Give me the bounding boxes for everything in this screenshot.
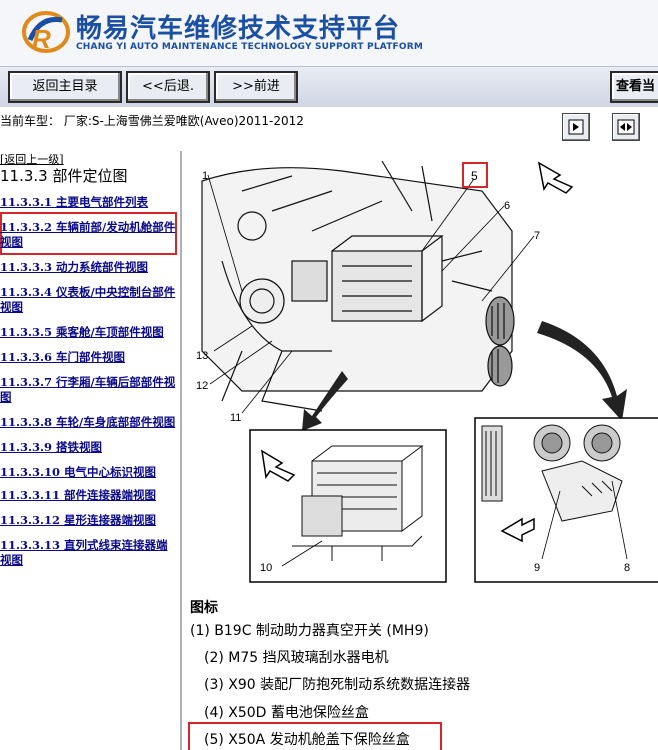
left-navigation: [返回上一级] 11.3.3 部件定位图 11.3.3.1 主要电气部件列表 1… bbox=[0, 151, 182, 750]
arrow-down-right bbox=[537, 321, 627, 421]
view-single-icon bbox=[568, 119, 584, 135]
nav-item-inline-harness[interactable]: 11.3.3.13 直列式线束连接器端视图 bbox=[0, 538, 178, 568]
callout-7: 7 bbox=[534, 230, 540, 242]
brand-subtitle: CHANG YI AUTO MAINTENANCE TECHNOLOGY SUP… bbox=[76, 42, 424, 52]
callout-5: 5 bbox=[471, 169, 478, 183]
forward-button[interactable]: >>前进 bbox=[214, 71, 298, 103]
logo-icon: R bbox=[22, 11, 70, 54]
nav-item-passenger-roof[interactable]: 11.3.3.5 乘客舱/车顶部件视图 bbox=[0, 325, 178, 340]
nav-item-front-engine-bay[interactable]: 11.3.3.2 车辆前部/发动机舱部件视图 bbox=[0, 220, 178, 250]
callout-13: 13 bbox=[196, 350, 208, 362]
nav-item-star-connector[interactable]: 11.3.3.12 星形连接器端视图 bbox=[0, 513, 178, 528]
callout-1: 1 bbox=[202, 170, 208, 182]
callout-8: 8 bbox=[624, 562, 630, 574]
nav-item-trunk-rear[interactable]: 11.3.3.7 行李厢/车辆后部部件视图 bbox=[0, 375, 178, 405]
nav-item-electrical-center[interactable]: 11.3.3.10 电气中心标识视图 bbox=[0, 465, 178, 480]
callout-11: 11 bbox=[230, 412, 241, 424]
engine-bay-illustration bbox=[201, 160, 515, 412]
section-title: 11.3.3 部件定位图 bbox=[0, 167, 128, 185]
view-single-button[interactable] bbox=[562, 113, 590, 141]
callout-9: 9 bbox=[534, 562, 540, 574]
legend-item-1: (1) B19C 制动助力器真空开关 (MH9) bbox=[190, 623, 429, 639]
arrow-direction-top bbox=[537, 161, 574, 194]
view-double-button[interactable] bbox=[612, 113, 640, 141]
nav-item-ground[interactable]: 11.3.3.9 搭铁视图 bbox=[0, 440, 178, 455]
nav-item-main-electrical-list[interactable]: 11.3.3.1 主要电气部件列表 bbox=[0, 195, 178, 210]
callout-12: 12 bbox=[196, 380, 208, 392]
nav-item-wheel-underbody[interactable]: 11.3.3.8 车轮/车身底部部件视图 bbox=[0, 415, 178, 430]
component-location-diagram: 1 5 6 7 13 12 11 10 9 8 bbox=[196, 160, 658, 583]
svg-text:R: R bbox=[32, 24, 51, 54]
view-double-icon bbox=[617, 119, 635, 135]
current-vehicle-text: 当前车型： 厂家:S-上海雪佛兰爱唯欧(Aveo)2011-2012 bbox=[0, 114, 304, 128]
legend-item-4: (4) X50D 蓄电池保险丝盒 bbox=[204, 705, 369, 721]
legend-item-5: (5) X50A 发动机舱盖下保险丝盒 bbox=[204, 732, 410, 748]
nav-item-component-connector[interactable]: 11.3.3.11 部件连接器端视图 bbox=[0, 488, 178, 503]
legend-title: 图标 bbox=[190, 600, 218, 616]
nav-item-door[interactable]: 11.3.3.6 车门部件视图 bbox=[0, 350, 178, 365]
app-header: R 畅易汽车维修技术支持平台 CHANG YI AUTO MAINTENANCE… bbox=[0, 0, 658, 66]
view-current-button[interactable]: 查看当 bbox=[610, 71, 658, 103]
nav-item-instrument-panel[interactable]: 11.3.3.4 仪表板/中央控制台部件视图 bbox=[0, 285, 178, 315]
callout-6: 6 bbox=[504, 200, 510, 212]
back-button[interactable]: <<后退. bbox=[126, 71, 210, 103]
nav-item-powertrain[interactable]: 11.3.3.3 动力系统部件视图 bbox=[0, 260, 178, 275]
legend-item-2: (2) M75 挡风玻璃刮水器电机 bbox=[204, 650, 389, 666]
legend-item-3: (3) X90 装配厂防抱死制动系统数据连接器 bbox=[204, 677, 471, 693]
back-to-main-button[interactable]: 返回主目录 bbox=[8, 71, 122, 103]
car-info-bar: 当前车型： 厂家:S-上海雪佛兰爱唯欧(Aveo)2011-2012 bbox=[0, 107, 658, 154]
brand-title: 畅易汽车维修技术支持平台 bbox=[76, 14, 401, 44]
toolbar: 返回主目录 <<后退. >>前进 查看当 bbox=[0, 66, 658, 108]
callout-10: 10 bbox=[260, 562, 272, 574]
main-content: 1 5 6 7 13 12 11 10 9 8 图标 (1) B19C 制动助力… bbox=[182, 151, 658, 750]
